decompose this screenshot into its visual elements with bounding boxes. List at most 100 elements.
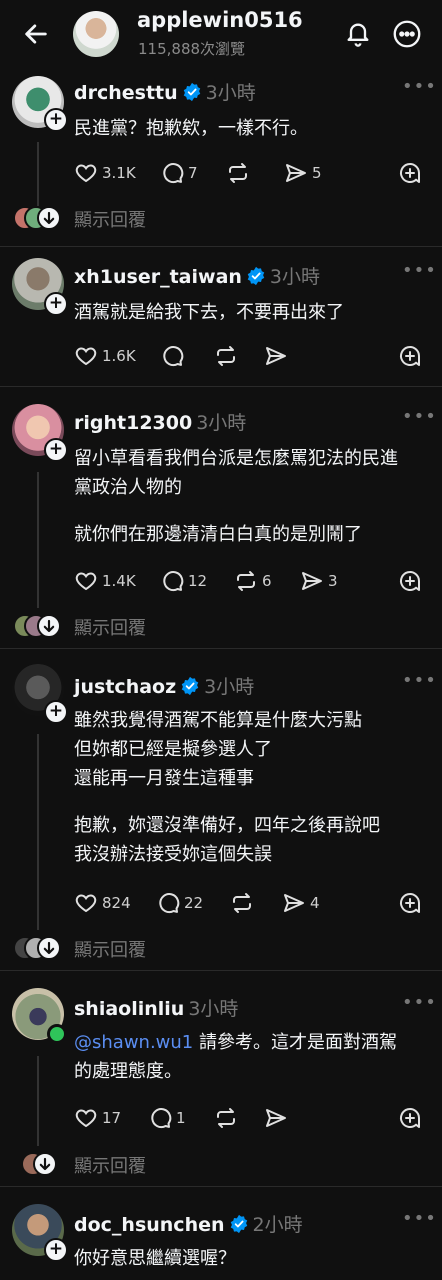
action-bar: 824 22 4: [74, 889, 434, 917]
quote-button[interactable]: [398, 889, 422, 917]
comment-button[interactable]: 22: [156, 889, 203, 917]
comment-button[interactable]: 7: [160, 159, 198, 187]
post-text: 你好意思繼續選喔？: [74, 1248, 236, 1269]
action-bar: 17 1: [74, 1104, 434, 1132]
share-button[interactable]: 5: [284, 159, 322, 187]
post-username[interactable]: drchesttu 3小時: [74, 78, 256, 105]
profile-username[interactable]: applewin0516: [137, 8, 303, 32]
post-text: @shawn.wu1 請參考。這才是面對酒駕 的處理態度。: [74, 1032, 397, 1082]
quote-button[interactable]: [398, 1104, 422, 1132]
mention-link[interactable]: @shawn.wu1: [74, 1032, 193, 1053]
share-button[interactable]: 3: [300, 567, 338, 595]
verified-badge-icon: [183, 82, 200, 102]
show-replies-link[interactable]: 顯示回覆: [74, 206, 146, 232]
post-text: 雖然我覺得酒駕不能算是什麼大污點 但妳都已經是擬參選人了 還能再一月發生這種事 …: [74, 710, 380, 865]
post-username[interactable]: shiaolinliu 3小時: [74, 994, 238, 1021]
post-text: 酒駕就是給我下去，不要再出來了: [74, 302, 344, 323]
show-replies-link[interactable]: 顯示回覆: [74, 936, 146, 962]
repost-button[interactable]: 6: [234, 567, 272, 595]
comment-icon: [163, 346, 184, 367]
follow-plus-icon[interactable]: +: [44, 700, 68, 724]
post-more-icon[interactable]: •••: [402, 76, 437, 97]
show-replies-link[interactable]: 顯示回覆: [74, 1152, 146, 1178]
post-more-icon[interactable]: •••: [402, 992, 437, 1013]
action-bar: 1.4K 12 6 3: [74, 567, 434, 595]
share-button[interactable]: 4: [282, 889, 320, 917]
comment-icon: [163, 571, 184, 592]
comment-button[interactable]: [160, 342, 184, 370]
verified-badge-icon: [247, 266, 265, 286]
thread-line: [37, 734, 39, 930]
post-username[interactable]: right12300 3小時: [74, 408, 246, 435]
follow-plus-icon[interactable]: +: [44, 1238, 68, 1262]
reply-post: + right12300 3小時 ••• 留小草看看我們台派是怎麼罵犯法的民進 黨…: [0, 386, 442, 649]
post-more-icon[interactable]: •••: [402, 406, 437, 427]
like-button[interactable]: 3.1K: [74, 159, 136, 187]
action-bar: 3.1K 7 5: [74, 159, 434, 187]
like-button[interactable]: 824: [74, 889, 131, 917]
follow-plus-icon[interactable]: +: [44, 438, 68, 462]
show-replies-link[interactable]: 顯示回覆: [74, 614, 146, 640]
post-text: 民進黨？抱歉欸，一樣不行。: [74, 118, 308, 139]
heart-icon: [75, 572, 97, 591]
repost-button[interactable]: [226, 159, 250, 187]
thread-line: [37, 472, 39, 608]
comment-button[interactable]: 1: [148, 1104, 186, 1132]
reply-preview[interactable]: 顯示回覆: [0, 934, 442, 962]
comment-button[interactable]: 12: [160, 567, 207, 595]
view-count: 115,888次瀏覽: [138, 40, 246, 58]
bell-icon[interactable]: [344, 20, 372, 48]
send-icon: [266, 347, 286, 365]
post-more-icon[interactable]: •••: [402, 260, 437, 281]
reply-preview[interactable]: 顯示回覆: [0, 1150, 442, 1178]
send-icon: [284, 894, 304, 912]
repost-button[interactable]: [230, 889, 254, 917]
expand-replies-icon[interactable]: [37, 936, 61, 960]
back-arrow-icon[interactable]: [22, 20, 50, 48]
action-bar: 1.6K: [74, 342, 434, 370]
repost-icon: [237, 571, 255, 591]
repost-icon: [217, 1108, 235, 1128]
reply-preview[interactable]: 顯示回覆: [0, 204, 442, 232]
expand-replies-icon[interactable]: [37, 614, 61, 638]
reply-post: + justchaoz 3小時 ••• 雖然我覺得酒駕不能算是什麼大污點 但妳都已…: [0, 648, 442, 971]
share-button[interactable]: [264, 342, 288, 370]
verified-badge-icon: [181, 676, 199, 696]
repost-icon: [233, 893, 251, 913]
comment-icon: [163, 163, 184, 184]
expand-replies-icon[interactable]: [37, 206, 61, 230]
reply-preview[interactable]: 顯示回覆: [0, 612, 442, 640]
follow-plus-icon[interactable]: +: [44, 292, 68, 316]
post-more-icon[interactable]: •••: [402, 670, 437, 691]
post-text: 留小草看看我們台派是怎麼罵犯法的民進 黨政治人物的 就你們在那邊清清白白真的是別…: [74, 448, 398, 545]
repost-button[interactable]: [214, 342, 238, 370]
comment-icon: [151, 1108, 172, 1129]
quote-button[interactable]: [398, 342, 422, 370]
comment-icon: [159, 893, 180, 914]
like-button[interactable]: 1.4K: [74, 567, 136, 595]
quote-button[interactable]: [398, 567, 422, 595]
heart-icon: [75, 347, 97, 366]
more-options-icon[interactable]: [393, 20, 421, 48]
post-username[interactable]: justchaoz 3小時: [74, 672, 254, 699]
send-icon: [286, 164, 306, 182]
add-quote-icon: [400, 1108, 420, 1128]
post-username[interactable]: xh1user_taiwan 3小時: [74, 262, 320, 289]
add-quote-icon: [400, 893, 420, 913]
repost-button[interactable]: [214, 1104, 238, 1132]
like-button[interactable]: 1.6K: [74, 342, 136, 370]
like-button[interactable]: 17: [74, 1104, 121, 1132]
thread-line: [37, 142, 39, 206]
add-quote-icon: [400, 571, 420, 591]
follow-plus-icon[interactable]: +: [44, 108, 68, 132]
post-username[interactable]: doc_hsunchen 2小時: [74, 1210, 303, 1237]
expand-replies-icon[interactable]: [33, 1152, 57, 1176]
post-more-icon[interactable]: •••: [402, 1208, 437, 1229]
repost-icon: [229, 163, 247, 183]
reply-post: + drchesttu 3小時 ••• 民進黨？抱歉欸，一樣不行。 3.1K 7 …: [0, 66, 442, 247]
profile-avatar[interactable]: [73, 11, 119, 57]
send-icon: [266, 1109, 286, 1127]
quote-button[interactable]: [398, 159, 422, 187]
share-button[interactable]: [264, 1104, 288, 1132]
repost-icon: [217, 346, 235, 366]
